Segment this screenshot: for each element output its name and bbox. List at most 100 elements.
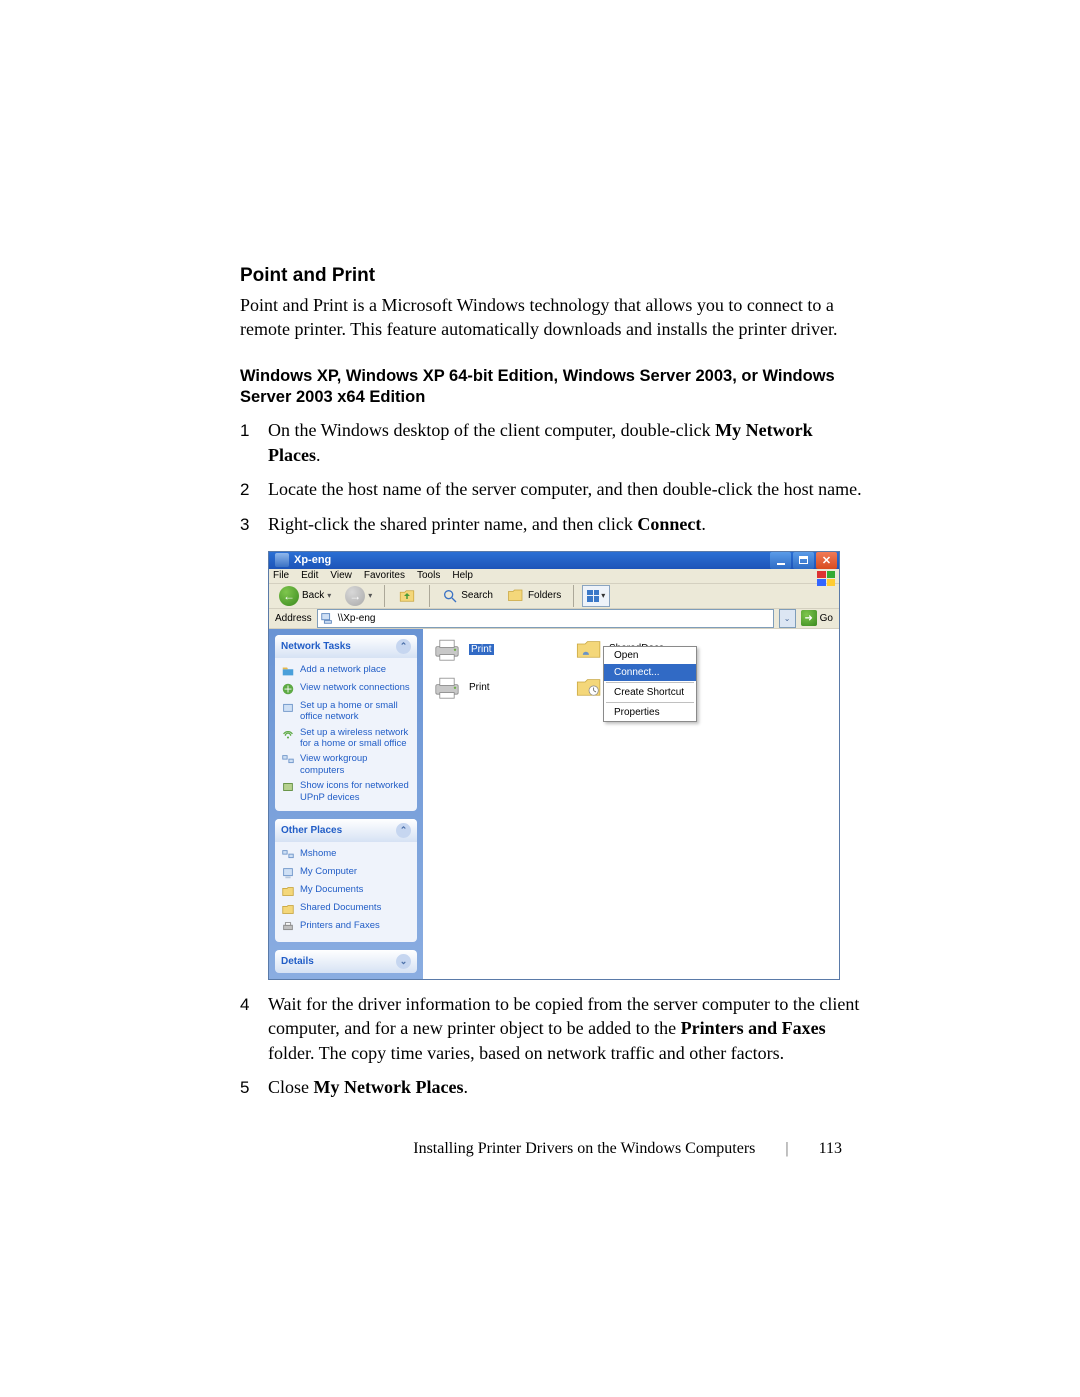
menu-favorites[interactable]: Favorites xyxy=(364,570,405,581)
printer-item-2[interactable]: Print xyxy=(431,675,490,701)
page-number: 113 xyxy=(819,1140,842,1158)
section-heading: Point and Print xyxy=(240,265,862,287)
folders-label: Folders xyxy=(528,590,561,601)
sidebar-item-shareddocs[interactable]: Shared Documents xyxy=(281,900,411,918)
step-text-bold: My Network Places xyxy=(314,1077,464,1097)
steps-list: On the Windows desktop of the client com… xyxy=(240,418,862,536)
printer-icon xyxy=(431,637,463,663)
minimize-button[interactable] xyxy=(770,552,791,569)
context-menu: Open Connect... Create Shortcut Properti… xyxy=(603,646,697,722)
step-text: Close xyxy=(268,1077,314,1097)
details-panel: Details ⌄ xyxy=(275,950,417,973)
sidebar-item-add-network-place[interactable]: Add a network place xyxy=(281,662,411,680)
search-icon xyxy=(442,588,458,604)
wireless-icon xyxy=(281,727,295,741)
folders-button[interactable]: Folders xyxy=(503,586,565,606)
sidebar-label: Mshome xyxy=(300,848,336,859)
toolbar: ← Back ▾ → ▾ xyxy=(269,584,839,609)
sidebar-label: View workgroup computers xyxy=(300,753,411,776)
menu-file[interactable]: File xyxy=(273,570,289,581)
document-page: Point and Print Point and Print is a Mic… xyxy=(0,0,1080,1158)
sidebar-item-setup-home[interactable]: Set up a home or small office network xyxy=(281,698,411,725)
back-arrow-icon: ← xyxy=(279,586,299,606)
computer-icon xyxy=(275,553,289,567)
printer-label: Print xyxy=(469,644,494,655)
up-button[interactable] xyxy=(393,584,421,608)
address-label: Address xyxy=(275,613,312,624)
forward-arrow-icon: → xyxy=(345,586,365,606)
sidebar-item-mycomputer[interactable]: My Computer xyxy=(281,864,411,882)
sidebar-item-mshome[interactable]: Mshome xyxy=(281,846,411,864)
menu-item-open[interactable]: Open xyxy=(604,647,696,664)
go-label: Go xyxy=(820,613,833,624)
menu-edit[interactable]: Edit xyxy=(301,570,318,581)
step-5: Close My Network Places. xyxy=(240,1075,862,1100)
sidebar-item-setup-wireless[interactable]: Set up a wireless network for a home or … xyxy=(281,725,411,752)
sidebar-label: Add a network place xyxy=(300,664,386,675)
panel-title: Network Tasks xyxy=(281,641,351,652)
go-arrow-icon: ➜ xyxy=(801,610,817,626)
menu-item-create-shortcut[interactable]: Create Shortcut xyxy=(604,684,696,701)
maximize-button[interactable] xyxy=(793,552,814,569)
search-button[interactable]: Search xyxy=(438,586,497,606)
panel-header[interactable]: Network Tasks ⌃ xyxy=(275,635,417,658)
panel-header[interactable]: Details ⌄ xyxy=(275,950,417,973)
go-button[interactable]: ➜ Go xyxy=(801,610,833,626)
forward-button[interactable]: → ▾ xyxy=(341,584,376,608)
panel-title: Details xyxy=(281,956,314,967)
panel-title: Other Places xyxy=(281,825,342,836)
network-tasks-panel: Network Tasks ⌃ Add a network place View… xyxy=(275,635,417,811)
address-value: \\Xp-eng xyxy=(338,613,376,624)
other-places-panel: Other Places ⌃ Mshome My Computer My Doc… xyxy=(275,819,417,942)
printer-icon xyxy=(281,920,295,934)
computer-icon xyxy=(281,866,295,880)
address-dropdown-button[interactable]: ⌄ xyxy=(779,609,796,628)
step-4: Wait for the driver information to be co… xyxy=(240,992,862,1065)
home-network-icon xyxy=(281,700,295,714)
network-icon xyxy=(281,848,295,862)
menu-tools[interactable]: Tools xyxy=(417,570,440,581)
step-text: On the Windows desktop of the client com… xyxy=(268,420,715,440)
content-pane[interactable]: Print SharedDocs Print xyxy=(423,629,839,979)
step-text: Locate the host name of the server compu… xyxy=(268,477,862,501)
views-button[interactable]: ▾ xyxy=(582,585,610,607)
menu-separator xyxy=(606,682,694,683)
explorer-window: Xp-eng File Edit View Favorites Tools He… xyxy=(268,551,840,980)
sidebar-item-printersfaxes[interactable]: Printers and Faxes xyxy=(281,918,411,936)
menu-view[interactable]: View xyxy=(330,570,352,581)
connections-icon xyxy=(281,682,295,696)
windows-logo-icon xyxy=(817,571,835,586)
workgroup-icon xyxy=(281,753,295,767)
sidebar-label: My Documents xyxy=(300,884,363,895)
sidebar-label: View network connections xyxy=(300,682,410,693)
folder-icon xyxy=(281,884,295,898)
scheduled-folder-icon xyxy=(575,675,603,699)
footer-divider: | xyxy=(785,1140,788,1158)
menubar: File Edit View Favorites Tools Help xyxy=(269,569,839,584)
sidebar-label: Set up a home or small office network xyxy=(300,700,411,723)
shared-folder-icon xyxy=(575,637,603,661)
menu-help[interactable]: Help xyxy=(452,570,473,581)
sidebar-label: Printers and Faxes xyxy=(300,920,380,931)
address-input[interactable]: \\Xp-eng xyxy=(317,609,774,628)
back-button[interactable]: ← Back ▾ xyxy=(275,584,335,608)
titlebar[interactable]: Xp-eng xyxy=(269,552,839,569)
sidebar-item-view-workgroup[interactable]: View workgroup computers xyxy=(281,751,411,778)
sidebar-item-view-connections[interactable]: View network connections xyxy=(281,680,411,698)
printer-item[interactable]: Print xyxy=(431,637,494,663)
menu-separator xyxy=(606,702,694,703)
sidebar-label: Set up a wireless network for a home or … xyxy=(300,727,411,750)
sidebar-item-mydocs[interactable]: My Documents xyxy=(281,882,411,900)
sidebar-item-upnp[interactable]: Show icons for networked UPnP devices xyxy=(281,778,411,805)
menu-item-properties[interactable]: Properties xyxy=(604,704,696,721)
collapse-icon: ⌃ xyxy=(396,639,411,654)
folder-icon xyxy=(281,902,295,916)
step-text: folder. The copy time varies, based on n… xyxy=(268,1043,784,1063)
search-label: Search xyxy=(461,590,493,601)
subsection-heading: Windows XP, Windows XP 64-bit Edition, W… xyxy=(240,366,862,409)
close-button[interactable] xyxy=(816,552,837,569)
sidebar-label: Show icons for networked UPnP devices xyxy=(300,780,411,803)
menu-item-connect[interactable]: Connect... xyxy=(604,664,696,681)
panel-header[interactable]: Other Places ⌃ xyxy=(275,819,417,842)
step-text-bold: Connect xyxy=(637,514,701,534)
